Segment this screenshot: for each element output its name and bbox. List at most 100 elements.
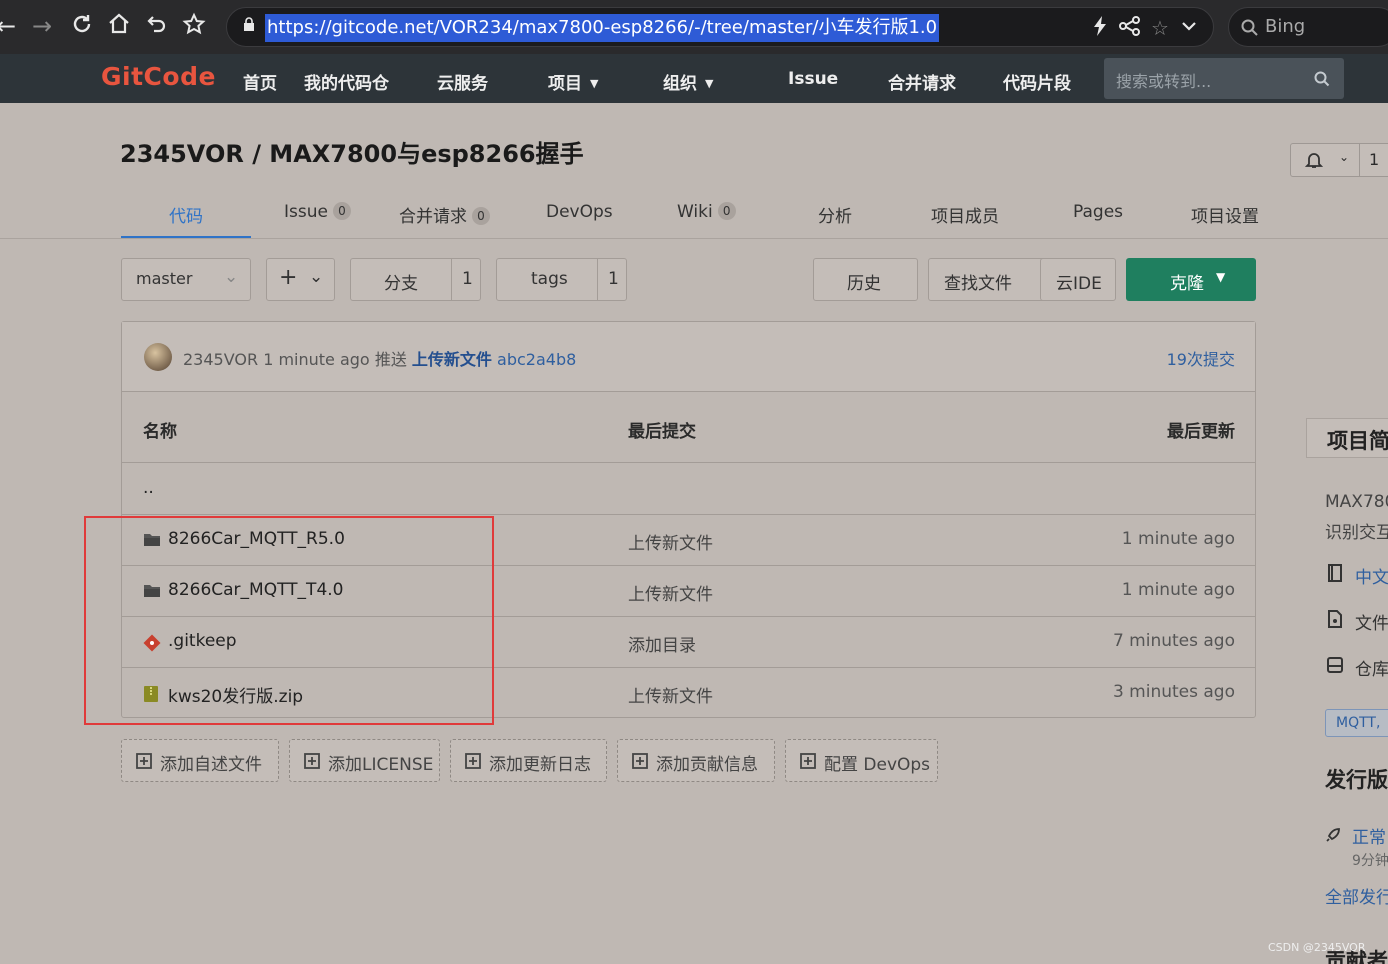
nav-my-repos[interactable]: 我的代码仓 <box>304 69 389 94</box>
configure-devops-button[interactable]: 配置 DevOps <box>785 739 938 782</box>
tab-wiki[interactable]: Wiki 0 <box>677 202 736 222</box>
file-updated: 1 minute ago <box>1121 580 1235 600</box>
clone-button[interactable]: 克隆 ▼ <box>1126 258 1256 301</box>
commit-sha[interactable]: abc2a4b8 <box>497 350 576 369</box>
branch-select[interactable]: master ⌄ <box>121 258 251 301</box>
commit-count-link[interactable]: 19次提交 <box>1167 346 1235 370</box>
nav-projects[interactable]: 项目 ▼ <box>548 69 598 94</box>
nav-projects-label: 项目 <box>548 74 582 94</box>
file-commit[interactable]: 上传新文件 <box>628 529 713 554</box>
plus-square-icon <box>136 753 152 769</box>
tab-devops[interactable]: DevOps <box>546 202 613 222</box>
gitcode-logo[interactable]: GitCode <box>101 62 216 91</box>
bell-icon <box>1305 153 1323 168</box>
add-changelog-button[interactable]: 添加更新日志 <box>450 739 607 782</box>
add-dropdown-button[interactable]: + ⌄ <box>266 258 335 301</box>
add-contributing-button[interactable]: 添加贡献信息 <box>617 739 775 782</box>
rocket-icon <box>1326 828 1340 842</box>
tab-members[interactable]: 项目成员 <box>931 202 999 227</box>
reload-icon[interactable] <box>70 12 94 42</box>
nav-merge-requests[interactable]: 合并请求 <box>888 69 956 94</box>
project-info-panel-header: 项目简 <box>1306 418 1388 458</box>
chevron-down-icon[interactable] <box>1181 16 1197 41</box>
history-button[interactable]: 历史 <box>813 258 918 301</box>
branches-count: 1 <box>462 269 473 289</box>
nav-groups-label: 组织 <box>663 74 697 94</box>
tab-issue[interactable]: Issue 0 <box>284 202 351 222</box>
file-updated: 1 minute ago <box>1121 529 1235 549</box>
avatar[interactable] <box>144 343 172 371</box>
readme-lang-link[interactable]: 中文 <box>1355 563 1388 588</box>
tags-label: tags <box>531 269 568 289</box>
tags-button[interactable]: tags 1 <box>496 258 627 301</box>
lightning-icon[interactable] <box>1093 16 1107 41</box>
commit-author[interactable]: 2345VOR <box>183 350 258 369</box>
site-search-placeholder: 搜索或转到... <box>1116 72 1212 91</box>
tab-settings[interactable]: 项目设置 <box>1191 202 1259 227</box>
plus-icon: + <box>279 265 298 290</box>
all-releases-link[interactable]: 全部发行 <box>1325 883 1388 908</box>
share-icon[interactable] <box>1119 16 1141 41</box>
file-commit[interactable]: 上传新文件 <box>628 682 713 707</box>
page-title: 2345VOR / MAX7800与esp8266握手 <box>120 140 584 168</box>
tab-analytics[interactable]: 分析 <box>818 202 852 227</box>
nav-issue[interactable]: Issue <box>788 69 838 89</box>
search-icon <box>1241 19 1258 36</box>
nav-groups[interactable]: 组织 ▼ <box>663 69 713 94</box>
add-readme-label: 添加自述文件 <box>160 755 262 775</box>
file-icon <box>1328 610 1342 628</box>
favorite-star-icon[interactable] <box>182 12 206 42</box>
configure-devops-label: 配置 DevOps <box>824 755 931 775</box>
parent-dir-link[interactable]: .. <box>143 478 154 498</box>
storage-icon <box>1327 657 1343 673</box>
add-license-button[interactable]: 添加LICENSE <box>289 739 440 782</box>
chevron-down-icon: ▼ <box>590 77 599 90</box>
last-commit-bar: 2345VOR 1 minute ago 推送 上传新文件 abc2a4b8 1… <box>122 322 1255 392</box>
releases-title: 发行版 <box>1325 768 1388 792</box>
tab-pages[interactable]: Pages <box>1073 202 1123 222</box>
table-header: 名称 最后提交 最后更新 <box>122 393 1255 463</box>
bookmark-star-icon[interactable]: ☆ <box>1151 16 1169 40</box>
search-icon <box>1314 71 1330 87</box>
cloud-ide-label: 云IDE <box>1056 274 1102 294</box>
file-updated: 3 minutes ago <box>1112 682 1235 702</box>
branches-button[interactable]: 分支 1 <box>350 258 481 301</box>
branch-name: master <box>136 269 193 288</box>
nav-snippets[interactable]: 代码片段 <box>1003 69 1071 94</box>
release-link[interactable]: 正常 <box>1352 823 1386 848</box>
back-icon[interactable]: ← <box>0 12 16 40</box>
chevron-down-icon: ⌄ <box>224 267 239 287</box>
chevron-down-icon: ▼ <box>705 77 714 90</box>
chevron-down-icon: ⌄ <box>309 267 324 287</box>
tab-merge-requests[interactable]: 合并请求 0 <box>399 202 490 227</box>
commit-message[interactable]: 上传新文件 <box>412 350 492 369</box>
file-commit[interactable]: 上传新文件 <box>628 580 713 605</box>
home-icon[interactable] <box>107 12 131 42</box>
cloud-ide-button[interactable]: 云IDE <box>1040 258 1116 301</box>
add-license-label: 添加LICENSE <box>328 755 434 775</box>
forward-icon[interactable]: → <box>32 12 52 40</box>
tab-code[interactable]: 代码 <box>169 202 203 227</box>
undo-icon[interactable] <box>145 12 169 42</box>
plus-square-icon <box>465 753 481 769</box>
nav-cloud[interactable]: 云服务 <box>437 69 488 94</box>
tags-count: 1 <box>608 269 619 289</box>
address-bar[interactable]: https://gitcode.net/VOR234/max7800-esp82… <box>226 7 1214 47</box>
notification-count: 1 <box>1369 150 1380 169</box>
commit-meta: 2345VOR 1 minute ago 推送 上传新文件 abc2a4b8 <box>183 346 576 370</box>
site-search-input[interactable]: 搜索或转到... <box>1104 58 1344 99</box>
tab-wiki-label: Wiki <box>677 202 713 222</box>
count-badge: 0 <box>717 202 736 220</box>
notification-dropdown[interactable]: ⌄ 1 <box>1290 143 1388 177</box>
browser-toolbar: ← → https://gitcode.net/VOR234/max7800-e… <box>0 0 1388 54</box>
book-icon <box>1328 564 1342 582</box>
active-tab-indicator <box>121 236 251 238</box>
topic-tag[interactable]: MQTT, <box>1325 709 1388 737</box>
file-commit[interactable]: 添加目录 <box>628 631 696 656</box>
url-text[interactable]: https://gitcode.net/VOR234/max7800-esp82… <box>265 14 940 42</box>
find-file-button[interactable]: 查找文件 <box>928 258 1058 301</box>
browser-search-box[interactable]: Bing <box>1228 7 1388 47</box>
add-readme-button[interactable]: 添加自述文件 <box>121 739 279 782</box>
parent-dir-row[interactable]: .. <box>122 464 1255 515</box>
nav-home[interactable]: 首页 <box>243 69 277 94</box>
